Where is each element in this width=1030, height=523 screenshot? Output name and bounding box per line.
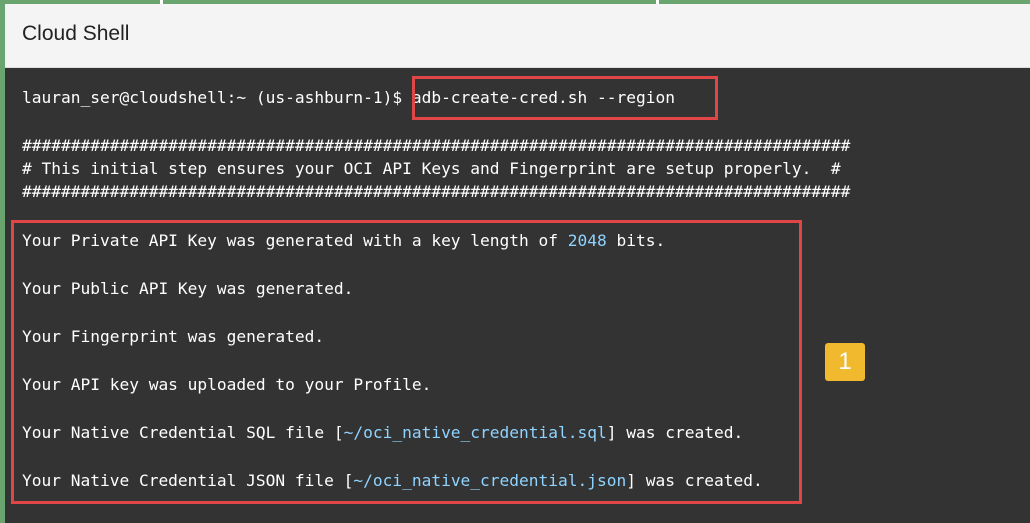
output-text: Your Native Credential SQL file [ — [22, 423, 344, 442]
output-text: Your Private API Key was generated with … — [22, 231, 568, 250]
step-number-badge: 1 — [825, 343, 865, 381]
key-length-value: 2048 — [567, 231, 607, 250]
banner-line: ########################################… — [22, 182, 851, 201]
output-public-key: Your Public API Key was generated. — [22, 279, 354, 298]
shell-command: adb-create-cred.sh --region — [411, 88, 675, 107]
output-text: Your Native Credential JSON file [ — [22, 471, 354, 490]
output-text: bits. — [606, 231, 666, 250]
output-private-key: Your Private API Key was generated with … — [22, 231, 665, 251]
output-json-file: Your Native Credential JSON file [~/oci_… — [22, 471, 763, 491]
command-line: lauran_ser@cloudshell:~ (us-ashburn-1)$ … — [22, 88, 675, 108]
output-sql-file: Your Native Credential SQL file [~/oci_n… — [22, 423, 743, 443]
banner-line: # This initial step ensures your OCI API… — [22, 159, 841, 178]
output-fingerprint: Your Fingerprint was generated. — [22, 327, 325, 346]
page-title: Cloud Shell — [22, 22, 130, 45]
json-file-path: ~/oci_native_credential.json — [353, 471, 627, 490]
output-uploaded: Your API key was uploaded to your Profil… — [22, 375, 432, 394]
sql-file-path: ~/oci_native_credential.sql — [343, 423, 607, 442]
cloud-shell-header: Cloud Shell — [5, 4, 1030, 68]
banner-line: ########################################… — [22, 136, 851, 155]
shell-prompt: lauran_ser@cloudshell:~ (us-ashburn-1)$ — [22, 88, 412, 107]
output-text: ] was created. — [626, 471, 763, 490]
cloud-shell-window: Cloud Shell lauran_ser@cloudshell:~ (us-… — [0, 0, 1030, 523]
output-text: ] was created. — [606, 423, 744, 442]
terminal-panel[interactable]: lauran_ser@cloudshell:~ (us-ashburn-1)$ … — [5, 68, 1030, 523]
